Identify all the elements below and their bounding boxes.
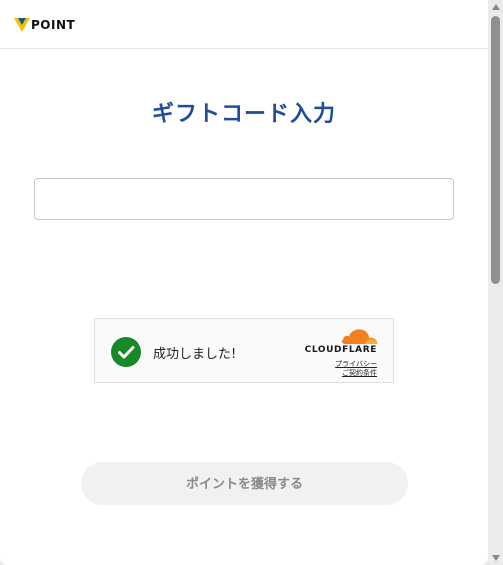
header: POINT — [0, 0, 488, 49]
cloudflare-cloud-icon — [341, 329, 377, 344]
cloudflare-turnstile-widget: 成功しました! CLOUDFLARE プライバシー ご契約条件 — [94, 318, 394, 383]
page-title: ギフトコード入力 — [151, 102, 336, 127]
page-frame: POINT ギフトコード入力 成功しました! CLOUDFLARE プライバシー… — [0, 0, 488, 565]
cloudflare-wordmark: CLOUDFLARE — [304, 345, 377, 355]
scroll-down-arrow-icon[interactable] — [492, 555, 500, 561]
logo-text: POINT — [31, 18, 76, 32]
captcha-status-text: 成功しました! — [153, 347, 237, 362]
v-logo-icon — [14, 18, 30, 32]
check-circle-icon — [111, 337, 141, 367]
scrollbar-thumb[interactable] — [491, 16, 500, 284]
gift-code-input[interactable] — [34, 178, 454, 220]
get-points-button[interactable]: ポイントを獲得する — [81, 462, 408, 505]
logo[interactable]: POINT — [14, 17, 75, 33]
terms-link[interactable]: ご契約条件 — [342, 368, 377, 378]
scroll-up-arrow-icon[interactable] — [492, 4, 500, 10]
vertical-scrollbar[interactable] — [488, 0, 503, 565]
